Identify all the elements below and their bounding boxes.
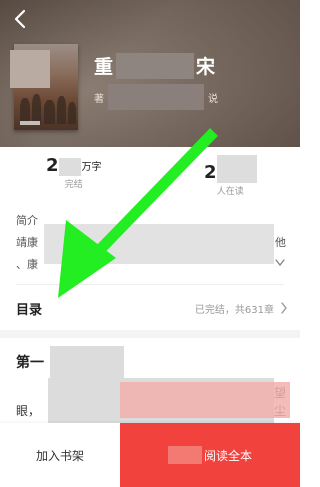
- redaction-block: [58, 158, 81, 176]
- read-full-book-button[interactable]: 阅读全本: [120, 423, 300, 487]
- book-status-label: 完结: [64, 180, 83, 190]
- readers-label: 人在读: [216, 187, 244, 197]
- redaction-block: [120, 382, 290, 418]
- book-stats: 2 万字 完结 2 人在读: [0, 147, 300, 199]
- book-header: 重 宋 著 说: [0, 0, 300, 147]
- chevron-down-icon[interactable]: [274, 258, 286, 268]
- book-title-end: 宋: [196, 56, 217, 78]
- intro-label: 简介: [16, 214, 38, 227]
- redaction-block: [167, 446, 202, 464]
- cover-logo: [20, 121, 40, 125]
- readers-stat: 2 人在读: [204, 155, 257, 197]
- add-to-shelf-button[interactable]: 加入书架: [0, 423, 120, 487]
- section-separator: [0, 330, 300, 338]
- intro-line-1-start: 靖康: [16, 236, 38, 249]
- bottom-action-bar: 加入书架 阅读全本: [0, 423, 300, 487]
- book-title-start: 重: [94, 56, 115, 78]
- redaction-block: [116, 52, 195, 79]
- intro-line-2-start: 、康: [16, 258, 38, 271]
- toc-status: 已完结，共631章: [194, 305, 274, 316]
- readers-value: 2: [204, 162, 217, 183]
- divider: [16, 284, 284, 285]
- book-intro[interactable]: 简介 靖康 他 、康: [0, 206, 300, 278]
- chevron-right-icon: [281, 302, 287, 314]
- book-author-end: 说: [208, 93, 218, 105]
- table-of-contents-row[interactable]: 目录 已完结，共631章: [0, 290, 300, 326]
- chapter-title: 第一: [16, 355, 44, 371]
- redaction-block: [10, 50, 50, 88]
- book-author: 著 说: [94, 84, 218, 110]
- book-author-start: 著: [94, 93, 104, 105]
- redaction-block: [216, 155, 257, 183]
- word-count-unit: 万字: [81, 162, 102, 173]
- back-icon[interactable]: [10, 8, 32, 30]
- word-count-stat: 2 万字 完结: [46, 155, 102, 190]
- intro-line-1-end: 他: [275, 236, 286, 249]
- chapter-line-2-start: 眼，: [16, 404, 41, 418]
- read-full-book-label: 阅读全本: [203, 448, 252, 463]
- redaction-block: [108, 84, 204, 110]
- toc-label: 目录: [16, 303, 43, 318]
- redaction-block: [44, 224, 274, 264]
- book-title: 重 宋: [94, 52, 216, 79]
- word-count-value: 2: [46, 155, 59, 176]
